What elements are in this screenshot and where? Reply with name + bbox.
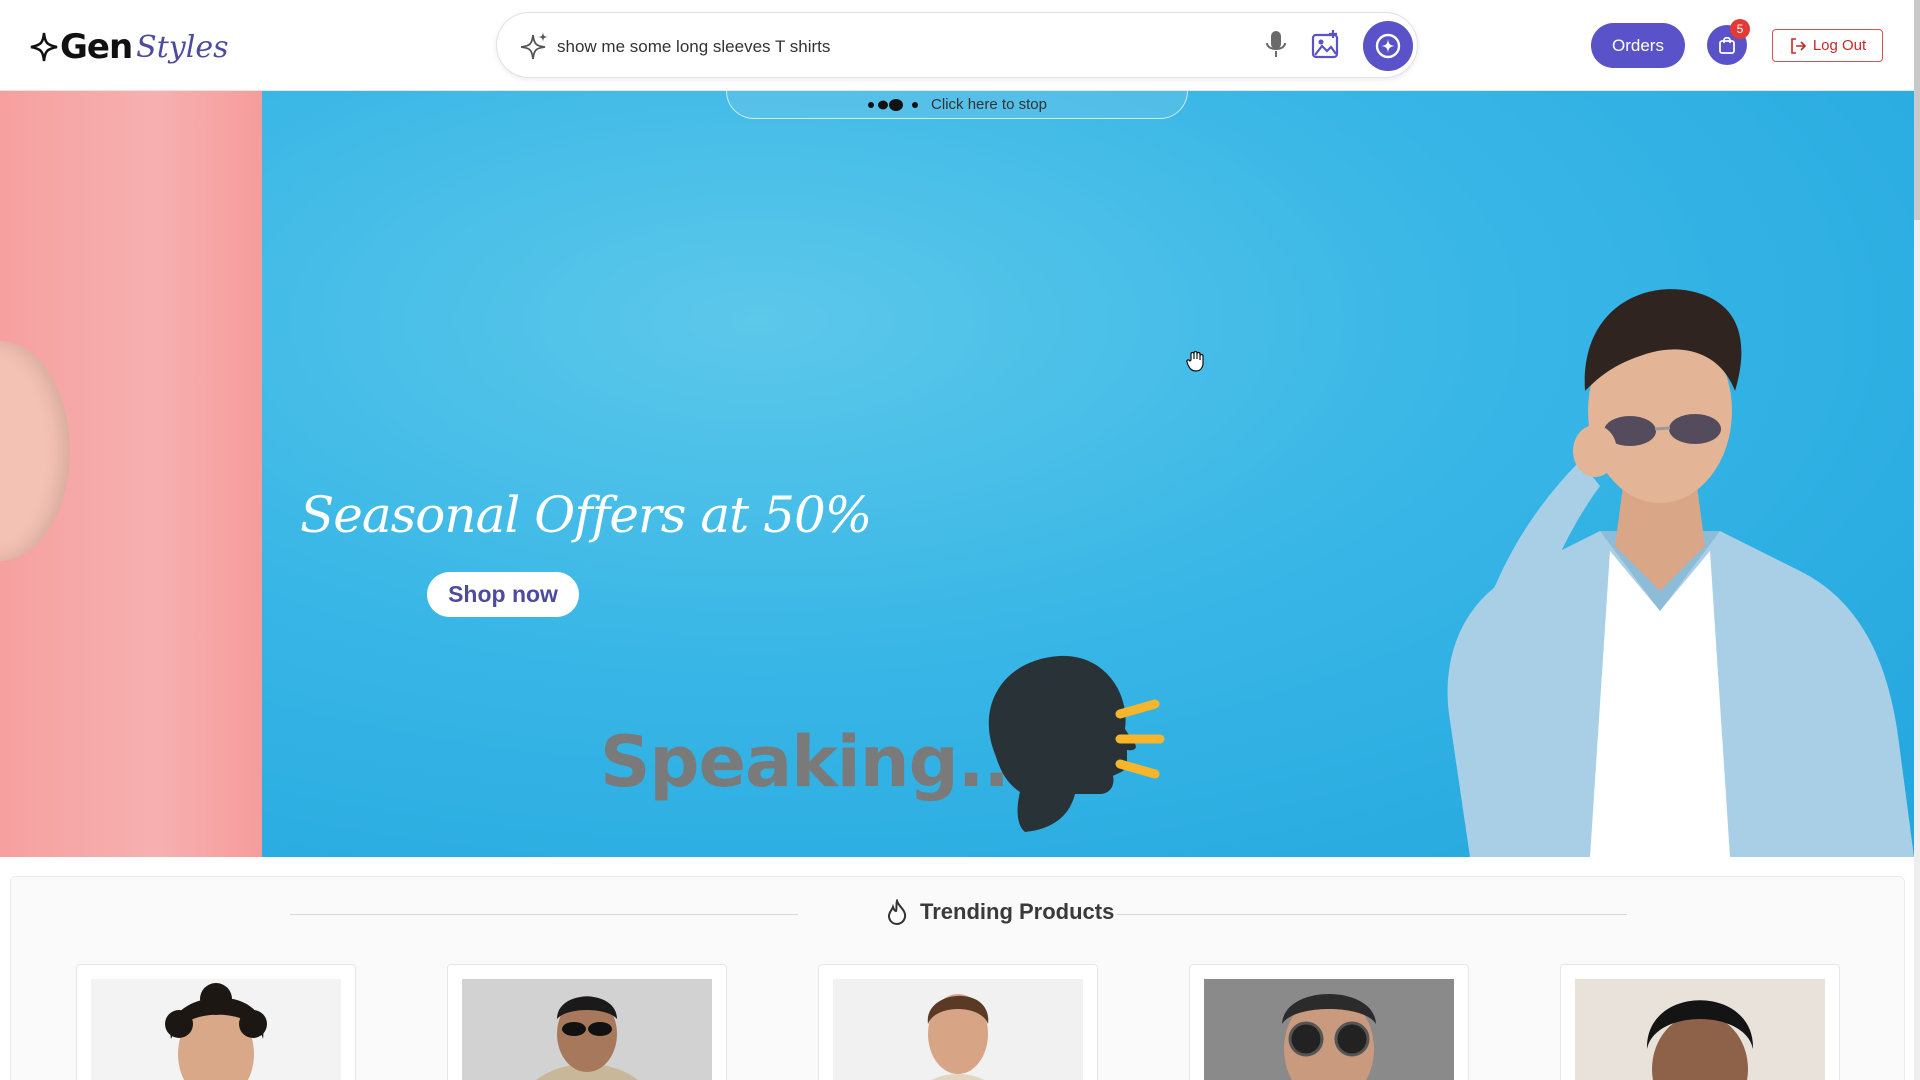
- speaking-status: Speaking...: [600, 721, 1035, 803]
- microphone-icon[interactable]: [1263, 29, 1289, 66]
- cart-count-badge: 5: [1730, 19, 1750, 39]
- product-image: [462, 979, 712, 1080]
- voice-wave-icon: [867, 98, 921, 112]
- product-image: [91, 979, 341, 1080]
- product-image: [833, 979, 1083, 1080]
- grab-cursor-icon: [1186, 350, 1204, 372]
- logout-icon: [1791, 37, 1806, 54]
- brand-name-bold: Gen: [60, 27, 133, 67]
- ai-search-button[interactable]: [1363, 21, 1413, 71]
- logout-label: Log Out: [1812, 37, 1867, 54]
- sparkle-search-icon: [1375, 33, 1401, 59]
- product-card[interactable]: [1560, 964, 1840, 1080]
- speaking-head-icon: [988, 655, 1165, 832]
- shop-now-button[interactable]: Shop now: [427, 572, 579, 617]
- product-card[interactable]: [1189, 964, 1469, 1080]
- divider-left: [290, 914, 798, 915]
- image-search-icon[interactable]: [1311, 29, 1341, 66]
- hero-model-image: [1447, 289, 1914, 857]
- search-bar[interactable]: show me some long sleeves T shirts: [496, 12, 1418, 78]
- scrollbar-thumb[interactable]: [1914, 0, 1920, 220]
- top-header: Gen Styles show me some long sleeves T s…: [0, 0, 1914, 91]
- product-image: [1204, 979, 1454, 1080]
- page: Gen Styles show me some long sleeves T s…: [0, 0, 1920, 1080]
- trending-title: Trending Products: [920, 899, 1115, 924]
- sparkle-logo-icon: [30, 32, 58, 62]
- voice-stop-pill[interactable]: Click here to stop: [726, 91, 1188, 119]
- product-card[interactable]: [447, 964, 727, 1080]
- hero-carousel[interactable]: Seasonal Offers at 50% Shop now Speaking…: [0, 91, 1914, 857]
- product-card[interactable]: [818, 964, 1098, 1080]
- brand-name-script: Styles: [136, 29, 229, 65]
- seasonal-offer-heading: Seasonal Offers at 50%: [300, 486, 872, 544]
- model-face-fragment: [0, 341, 70, 561]
- page-scrollbar[interactable]: [1914, 0, 1920, 1080]
- shopping-bag-icon: [1719, 36, 1735, 54]
- product-card[interactable]: [76, 964, 356, 1080]
- brand-logo[interactable]: Gen Styles: [30, 22, 228, 72]
- search-input[interactable]: show me some long sleeves T shirts: [557, 37, 830, 57]
- trending-heading: Trending Products: [886, 899, 1114, 925]
- trending-section: Trending Products: [10, 876, 1905, 1080]
- orders-button[interactable]: Orders: [1591, 23, 1685, 68]
- logout-button[interactable]: Log Out: [1772, 29, 1883, 62]
- stop-voice-label: Click here to stop: [931, 96, 1047, 113]
- previous-slide-peek[interactable]: [0, 91, 262, 857]
- flame-icon: [887, 899, 907, 925]
- ai-sparkle-icon: [520, 31, 549, 66]
- divider-right: [1117, 914, 1627, 915]
- product-image: [1575, 979, 1825, 1080]
